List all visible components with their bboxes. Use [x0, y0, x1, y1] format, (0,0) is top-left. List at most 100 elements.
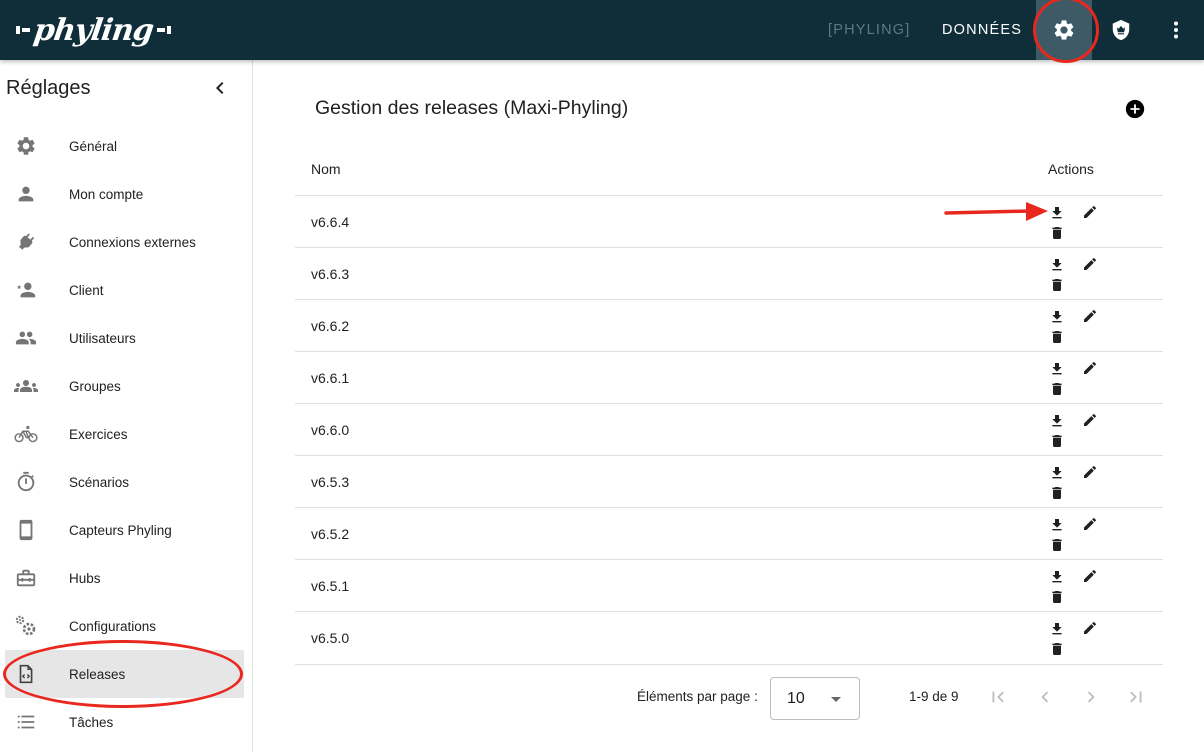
- last-page-button[interactable]: [1124, 685, 1148, 709]
- sidebar-item-configurations[interactable]: Configurations: [0, 602, 252, 650]
- plug-icon: [14, 230, 38, 254]
- download-icon: [1052, 259, 1062, 271]
- collapse-sidebar-button[interactable]: [208, 76, 232, 100]
- release-name: v6.5.1: [311, 578, 350, 594]
- delete-button[interactable]: [1048, 276, 1066, 294]
- settings-button[interactable]: [1036, 0, 1092, 60]
- first-page-icon: [992, 691, 1004, 703]
- edit-button[interactable]: [1081, 515, 1099, 533]
- edit-icon: [1084, 465, 1097, 478]
- download-button[interactable]: [1048, 256, 1066, 274]
- sidebar-item-groupes[interactable]: Groupes: [0, 362, 252, 410]
- chevron-left-icon: [1041, 691, 1049, 703]
- sidebar-item-label: Hubs: [69, 570, 101, 586]
- phyling-logo[interactable]: phyling: [16, 12, 171, 48]
- delete-icon: [1052, 331, 1062, 343]
- gear-icon: [14, 134, 38, 158]
- settings-menu: Général Mon compte Connexions externes C…: [0, 122, 252, 746]
- logo-text: phyling: [31, 12, 156, 48]
- sidebar-item-releases[interactable]: Releases: [5, 650, 244, 698]
- edit-button[interactable]: [1081, 411, 1099, 429]
- page-size-value: 10: [787, 690, 805, 707]
- download-button[interactable]: [1048, 516, 1066, 534]
- download-icon: [1052, 623, 1062, 635]
- sidebar-item-hubs[interactable]: Hubs: [0, 554, 252, 602]
- download-button[interactable]: [1048, 568, 1066, 586]
- delete-icon: [1052, 591, 1062, 603]
- code-file-icon: [14, 662, 38, 686]
- sidebar-item-label: Tâches: [69, 714, 114, 730]
- table-row: v6.6.2: [295, 300, 1163, 352]
- paginator: Éléments par page : 10 1-9 de 9: [253, 665, 1204, 721]
- column-header-nom[interactable]: Nom: [311, 161, 341, 177]
- add-release-button[interactable]: [1124, 98, 1146, 120]
- delete-icon: [1052, 435, 1062, 447]
- sidebar-item-capteurs-phyling[interactable]: Capteurs Phyling: [0, 506, 252, 554]
- logo-bar-right-icon: [156, 26, 171, 34]
- groups-icon: [14, 374, 38, 398]
- download-button[interactable]: [1048, 464, 1066, 482]
- sidebar-item-connexions-externes[interactable]: Connexions externes: [0, 218, 252, 266]
- table-row: v6.5.3: [295, 456, 1163, 508]
- settings-sidebar: Réglages Général Mon compte Connexions e…: [0, 60, 253, 752]
- edit-button[interactable]: [1081, 255, 1099, 273]
- delete-button[interactable]: [1048, 484, 1066, 502]
- download-button[interactable]: [1048, 308, 1066, 326]
- table-row: v6.5.2: [295, 508, 1163, 560]
- sidebar-item-taches[interactable]: Tâches: [0, 698, 252, 746]
- delete-button[interactable]: [1048, 588, 1066, 606]
- edit-icon: [1084, 205, 1097, 218]
- delete-button[interactable]: [1048, 380, 1066, 398]
- delete-button[interactable]: [1048, 536, 1066, 554]
- delete-button[interactable]: [1048, 640, 1066, 658]
- delete-button[interactable]: [1048, 328, 1066, 346]
- download-icon: [1052, 363, 1062, 375]
- sidebar-item-mon-compte[interactable]: Mon compte: [0, 170, 252, 218]
- download-icon: [1052, 467, 1062, 479]
- sidebar-item-label: Exercices: [69, 426, 128, 442]
- download-button[interactable]: [1048, 360, 1066, 378]
- nav-phyling-link[interactable]: [PHYLING]: [828, 0, 911, 60]
- edit-button[interactable]: [1081, 619, 1099, 637]
- sidebar-item-label: Scénarios: [69, 474, 130, 490]
- sidebar-item-exercices[interactable]: Exercices: [0, 410, 252, 458]
- logo-bar-left-icon: [16, 26, 30, 34]
- dropdown-arrow-icon: [831, 697, 841, 702]
- admin-button[interactable]: [1108, 17, 1134, 43]
- previous-page-button[interactable]: [1033, 685, 1057, 709]
- sidebar-item-general[interactable]: Général: [0, 122, 252, 170]
- delete-icon: [1052, 487, 1062, 499]
- chevron-left-icon: [216, 82, 224, 94]
- page-size-label: Éléments par page :: [637, 689, 758, 704]
- page-title: Gestion des releases (Maxi-Phyling): [315, 97, 629, 119]
- edit-button[interactable]: [1081, 463, 1099, 481]
- first-page-button[interactable]: [986, 685, 1010, 709]
- more-menu-button[interactable]: [1162, 16, 1190, 44]
- edit-icon: [1084, 309, 1097, 322]
- delete-icon: [1052, 539, 1062, 551]
- edit-button[interactable]: [1081, 567, 1099, 585]
- edit-button[interactable]: [1081, 203, 1099, 221]
- delete-button[interactable]: [1048, 432, 1066, 450]
- delete-button[interactable]: [1048, 224, 1066, 242]
- list-icon: [14, 710, 38, 734]
- sidebar-item-scenarios[interactable]: Scénarios: [0, 458, 252, 506]
- sidebar-item-utilisateurs[interactable]: Utilisateurs: [0, 314, 252, 362]
- table-header: Nom Actions: [295, 144, 1163, 196]
- page-size-select[interactable]: 10: [770, 677, 860, 720]
- download-button[interactable]: [1048, 620, 1066, 638]
- next-page-button[interactable]: [1079, 685, 1103, 709]
- shield-crown-icon: [1112, 19, 1130, 41]
- download-button[interactable]: [1048, 412, 1066, 430]
- download-icon: [1052, 311, 1062, 323]
- top-app-bar: phyling [PHYLING] DONNÉES: [0, 0, 1204, 60]
- edit-button[interactable]: [1081, 359, 1099, 377]
- release-name: v6.5.0: [311, 630, 350, 646]
- sidebar-item-client[interactable]: Client: [0, 266, 252, 314]
- download-button[interactable]: [1048, 204, 1066, 222]
- table-row: v6.6.1: [295, 352, 1163, 404]
- sidebar-item-label: Client: [69, 282, 104, 298]
- edit-button[interactable]: [1081, 307, 1099, 325]
- nav-donnees-link[interactable]: DONNÉES: [942, 0, 1022, 60]
- bike-icon: [14, 422, 38, 446]
